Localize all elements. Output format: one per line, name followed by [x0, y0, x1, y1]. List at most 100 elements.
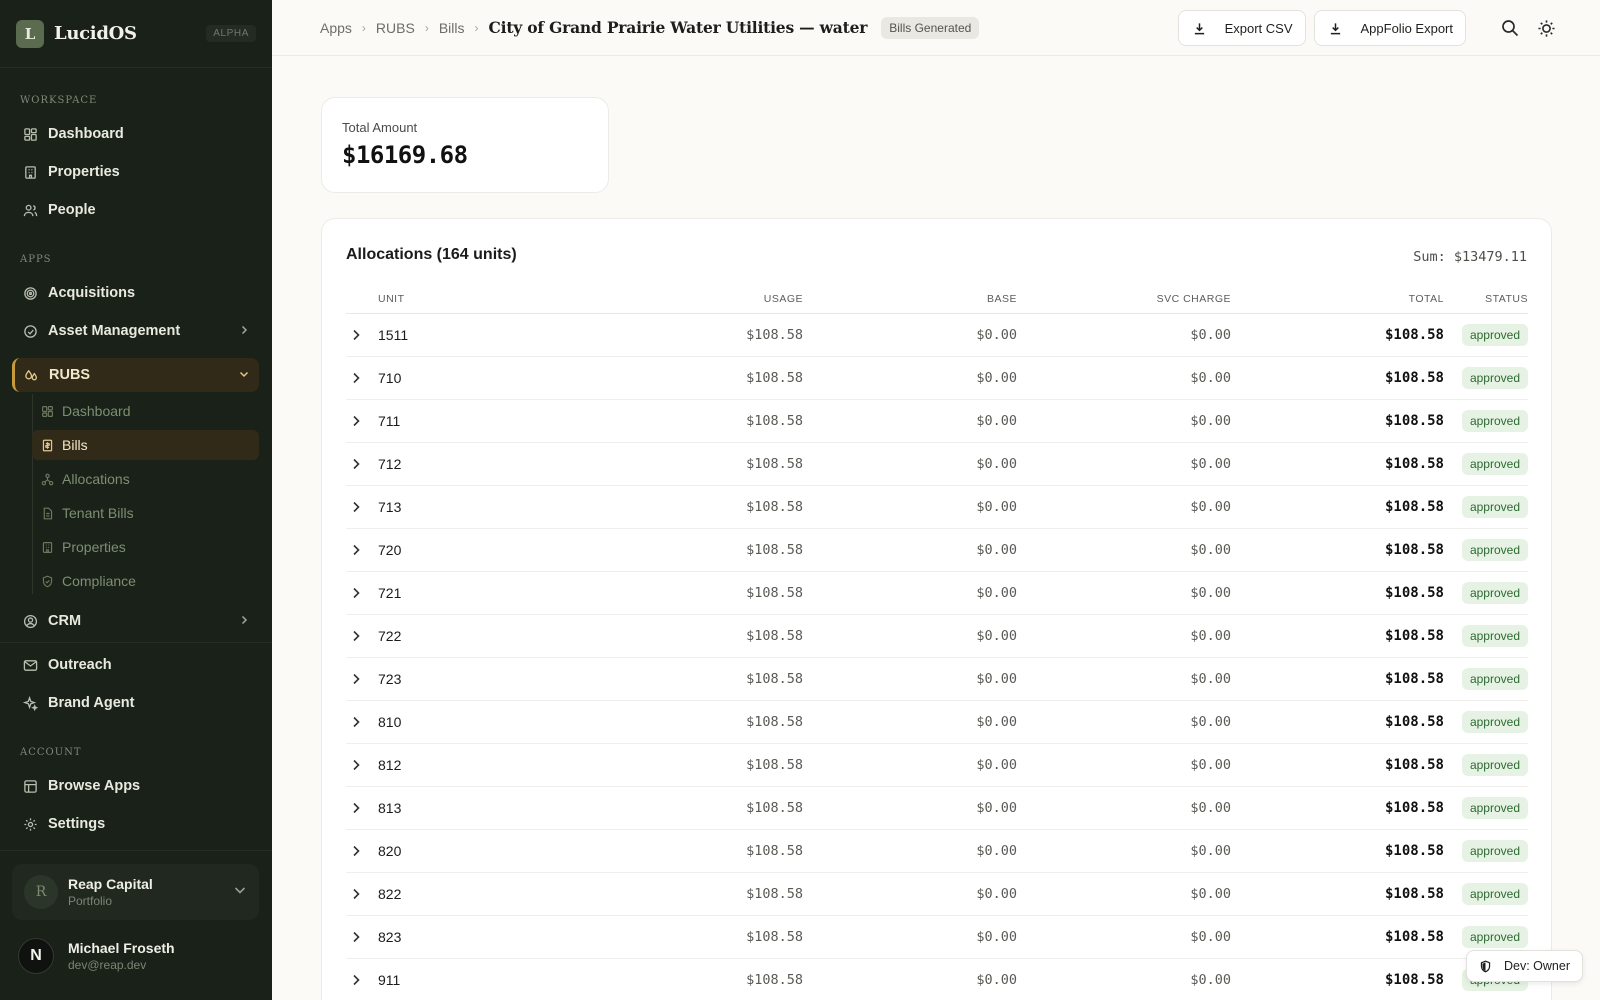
- status-badge: approved: [1461, 839, 1528, 862]
- chevron-right-icon[interactable]: [348, 587, 364, 599]
- usage-cell: $108.58: [746, 412, 803, 429]
- chevron-right-icon[interactable]: [348, 501, 364, 513]
- base-cell: $0.00: [976, 498, 1017, 515]
- sidebar-item-brand-agent[interactable]: Brand Agent: [12, 686, 259, 720]
- sub-item-bills[interactable]: Bills: [32, 430, 259, 460]
- table-row[interactable]: 722 $108.58 $0.00 $0.00 $108.58 approved: [346, 614, 1528, 658]
- sidebar-item-label: Outreach: [48, 657, 112, 673]
- sidebar-item-crm[interactable]: CRM: [12, 604, 259, 638]
- chevron-right-icon[interactable]: [348, 544, 364, 556]
- chevron-right-icon[interactable]: [348, 372, 364, 384]
- sidebar-item-acquisitions[interactable]: Acquisitions: [12, 276, 259, 310]
- svc-charge-cell: $0.00: [1190, 412, 1231, 429]
- unit-cell: 710: [378, 369, 402, 386]
- sidebar-item-browse-apps[interactable]: Browse Apps: [12, 769, 259, 803]
- dev-role-badge[interactable]: Dev: Owner: [1466, 950, 1583, 982]
- svc-charge-cell: $0.00: [1190, 885, 1231, 902]
- usage-cell: $108.58: [746, 541, 803, 558]
- sidebar-item-label: Settings: [48, 816, 106, 832]
- mail-icon: [22, 657, 38, 673]
- sidebar-item-people[interactable]: People: [12, 193, 259, 227]
- table-row[interactable]: 810 $108.58 $0.00 $0.00 $108.58 approved: [346, 700, 1528, 744]
- brand-name[interactable]: LucidOS: [54, 23, 137, 44]
- table-row[interactable]: 820 $108.58 $0.00 $0.00 $108.58 approved: [346, 829, 1528, 873]
- chevron-right-icon[interactable]: [348, 630, 364, 642]
- theme-toggle-icon[interactable]: [1532, 14, 1560, 42]
- chevron-right-icon[interactable]: [348, 974, 364, 986]
- table-row[interactable]: 712 $108.58 $0.00 $0.00 $108.58 approved: [346, 442, 1528, 486]
- sub-item-compliance[interactable]: Compliance: [32, 566, 259, 596]
- status-badge: approved: [1461, 882, 1528, 905]
- export-csv-button[interactable]: Export CSV: [1177, 10, 1306, 46]
- base-cell: $0.00: [976, 756, 1017, 773]
- table-row[interactable]: 813 $108.58 $0.00 $0.00 $108.58 approved: [346, 786, 1528, 830]
- chevron-right-icon[interactable]: [348, 458, 364, 470]
- usage-cell: $108.58: [746, 498, 803, 515]
- breadcrumb-rubs[interactable]: RUBS: [376, 20, 415, 36]
- target-icon: [22, 285, 38, 301]
- table-row[interactable]: 823 $108.58 $0.00 $0.00 $108.58 approved: [346, 915, 1528, 959]
- sidebar-item-settings[interactable]: Settings: [12, 807, 259, 841]
- sub-item-allocations[interactable]: Allocations: [32, 464, 259, 494]
- svc-charge-cell: $0.00: [1190, 756, 1231, 773]
- sidebar-item-outreach[interactable]: Outreach: [12, 648, 259, 682]
- user-profile[interactable]: N Michael Froseth dev@reap.dev: [18, 938, 175, 974]
- column-header-usage[interactable]: USAGE: [516, 285, 803, 314]
- sidebar-item-rubs[interactable]: RUBS: [12, 358, 259, 392]
- column-header-unit[interactable]: UNIT: [346, 285, 516, 314]
- table-row[interactable]: 822 $108.58 $0.00 $0.00 $108.58 approved: [346, 872, 1528, 916]
- table-row[interactable]: 1511 $108.58 $0.00 $0.00 $108.58 approved: [346, 313, 1528, 357]
- breadcrumb-apps[interactable]: Apps: [320, 20, 352, 36]
- avatar: N: [18, 938, 54, 974]
- usage-cell: $108.58: [746, 885, 803, 902]
- table-row[interactable]: 713 $108.58 $0.00 $0.00 $108.58 approved: [346, 485, 1528, 529]
- svc-charge-cell: $0.00: [1190, 627, 1231, 644]
- column-header-total[interactable]: TOTAL: [1231, 285, 1444, 314]
- column-header-status[interactable]: STATUS: [1444, 285, 1528, 314]
- sub-item-label: Tenant Bills: [62, 505, 134, 521]
- column-header-svc-charge[interactable]: SVC CHARGE: [1017, 285, 1231, 314]
- svc-charge-cell: $0.00: [1190, 455, 1231, 472]
- breadcrumb-bills[interactable]: Bills: [439, 20, 465, 36]
- chevron-right-icon[interactable]: [348, 845, 364, 857]
- usage-cell: $108.58: [746, 627, 803, 644]
- appfolio-export-button[interactable]: AppFolio Export: [1313, 10, 1466, 46]
- status-badge: approved: [1461, 452, 1528, 475]
- download-icon: [1193, 21, 1207, 35]
- table-row[interactable]: 720 $108.58 $0.00 $0.00 $108.58 approved: [346, 528, 1528, 572]
- sidebar-item-dashboard[interactable]: Dashboard: [12, 117, 259, 151]
- unit-cell: 810: [378, 713, 402, 730]
- table-row[interactable]: 721 $108.58 $0.00 $0.00 $108.58 approved: [346, 571, 1528, 615]
- total-cell: $108.58: [1384, 756, 1444, 773]
- sidebar-item-properties[interactable]: Properties: [12, 155, 259, 189]
- sidebar-item-asset-management[interactable]: Asset Management: [12, 314, 259, 348]
- org-switcher[interactable]: R Reap Capital Portfolio: [12, 864, 259, 920]
- unit-cell: 722: [378, 627, 402, 644]
- status-badge: approved: [1461, 925, 1528, 948]
- sub-item-rubs-dashboard[interactable]: Dashboard: [32, 396, 259, 426]
- chevron-right-icon[interactable]: [348, 415, 364, 427]
- chevron-right-icon[interactable]: [348, 329, 364, 341]
- user-circle-icon: [22, 613, 38, 629]
- brand-logo[interactable]: L: [16, 19, 44, 48]
- status-badge: Bills Generated: [881, 16, 980, 39]
- usage-cell: $108.58: [746, 326, 803, 343]
- table-row[interactable]: 711 $108.58 $0.00 $0.00 $108.58 approved: [346, 399, 1528, 443]
- chevron-right-icon[interactable]: [348, 759, 364, 771]
- table-row[interactable]: 723 $108.58 $0.00 $0.00 $108.58 approved: [346, 657, 1528, 701]
- table-row[interactable]: 812 $108.58 $0.00 $0.00 $108.58 approved: [346, 743, 1528, 787]
- column-header-base[interactable]: BASE: [803, 285, 1017, 314]
- building-icon: [22, 164, 38, 180]
- chevron-right-icon[interactable]: [348, 888, 364, 900]
- chevron-right-icon[interactable]: [348, 931, 364, 943]
- sub-item-tenant-bills[interactable]: Tenant Bills: [32, 498, 259, 528]
- chevron-right-icon[interactable]: [348, 673, 364, 685]
- sub-item-properties[interactable]: Properties: [32, 532, 259, 562]
- chevron-right-icon[interactable]: [348, 802, 364, 814]
- search-icon[interactable]: [1496, 14, 1524, 42]
- chevron-right-icon[interactable]: [348, 716, 364, 728]
- sub-item-label: Properties: [62, 539, 126, 555]
- table-row[interactable]: 911$108.58$0.00$0.00$108.58approved: [346, 958, 1528, 1000]
- table-row[interactable]: 710 $108.58 $0.00 $0.00 $108.58 approved: [346, 356, 1528, 400]
- sidebar-item-label: Asset Management: [48, 323, 181, 339]
